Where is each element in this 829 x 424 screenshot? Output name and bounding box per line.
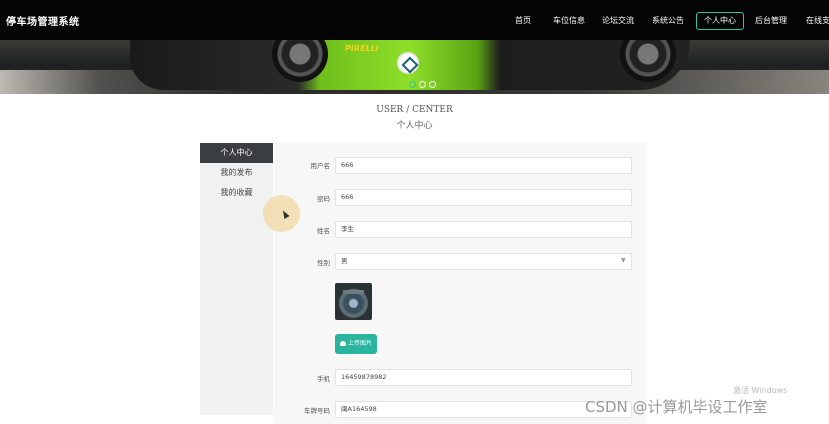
gender-select[interactable]: 男 bbox=[335, 253, 632, 270]
nav-admin[interactable]: 后台管理 bbox=[755, 13, 787, 29]
phone-field[interactable]: 16459878982 bbox=[335, 369, 632, 386]
car-wheel-icon bbox=[620, 40, 676, 82]
user-sidebar: 个人中心 我的发布 我的收藏 bbox=[200, 143, 273, 415]
sidebar-item-user-center[interactable]: 个人中心 bbox=[200, 143, 273, 163]
avatar-image bbox=[335, 283, 372, 320]
nav-parking-info[interactable]: 车位信息 bbox=[553, 13, 585, 29]
name-field[interactable]: 李生 bbox=[335, 221, 632, 238]
password-field[interactable]: 666 bbox=[335, 189, 632, 206]
nav-online-pay[interactable]: 在线支 bbox=[806, 13, 829, 29]
carousel-dot-2[interactable] bbox=[419, 81, 426, 88]
car-badge-icon bbox=[397, 52, 419, 74]
car-wheel-icon bbox=[272, 40, 328, 82]
top-nav-bar: 停车场管理系统 首页 车位信息 论坛交流 系统公告 个人中心 后台管理 在线支 bbox=[0, 0, 829, 40]
upload-image-button[interactable]: 上传图片 bbox=[335, 334, 377, 354]
sidebar-item-my-posts[interactable]: 我的发布 bbox=[200, 163, 273, 183]
site-brand[interactable]: 停车场管理系统 bbox=[6, 13, 80, 28]
plate-label: 车牌号码 bbox=[304, 407, 330, 415]
cloud-upload-icon bbox=[339, 341, 346, 346]
carousel-dot-1[interactable] bbox=[409, 81, 416, 88]
banner-tire-brand: PIRELLI bbox=[345, 44, 379, 53]
upload-image-label: 上传图片 bbox=[347, 340, 372, 347]
page-title-en: USER / CENTER bbox=[376, 105, 453, 115]
nav-announcements[interactable]: 系统公告 bbox=[652, 13, 684, 29]
sidebar-item-my-favorites[interactable]: 我的收藏 bbox=[200, 183, 273, 203]
chevron-down-icon: ▼ bbox=[621, 257, 626, 264]
username-field[interactable]: 666 bbox=[335, 157, 632, 174]
nav-user-center[interactable]: 个人中心 bbox=[696, 12, 744, 30]
page-title-cn: 个人中心 bbox=[396, 121, 433, 131]
csdn-watermark: CSDN @计算机毕设工作室 bbox=[585, 398, 768, 416]
username-label: 用户名 bbox=[310, 162, 331, 170]
carousel-dot-3[interactable] bbox=[429, 81, 436, 88]
gender-label: 性别 bbox=[317, 259, 330, 267]
nav-forum[interactable]: 论坛交流 bbox=[602, 13, 634, 29]
nav-home[interactable]: 首页 bbox=[515, 13, 531, 29]
windows-activation-watermark: 激活 Windows bbox=[733, 386, 788, 395]
phone-label: 手机 bbox=[317, 375, 330, 383]
